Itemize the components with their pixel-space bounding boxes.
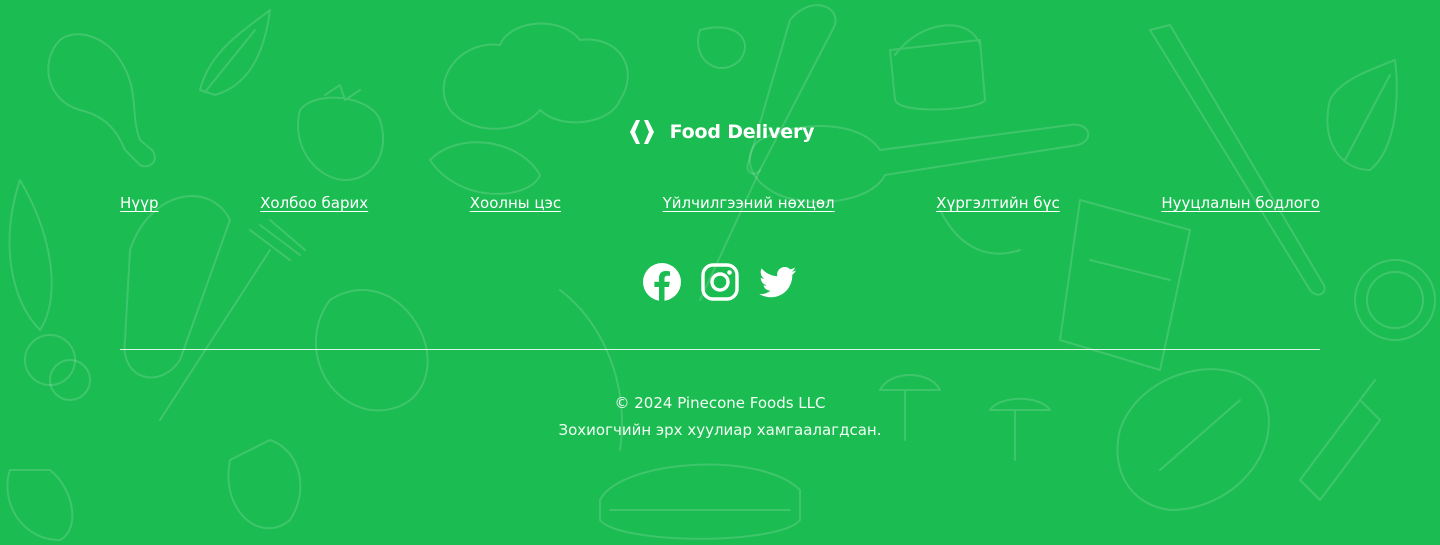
copyright-block: © 2024 Pinecone Foods LLC Зохиогчийн эрх… xyxy=(0,390,1440,444)
twitter-link[interactable] xyxy=(758,262,798,302)
nav-link-contact[interactable]: Холбоо барих xyxy=(260,194,368,212)
brand-logo-icon xyxy=(626,118,658,146)
brand-name: Food Delivery xyxy=(669,121,815,143)
nav-link-terms[interactable]: Үйлчилгээний нөхцөл xyxy=(663,194,835,212)
twitter-icon xyxy=(759,267,796,298)
brand[interactable]: Food Delivery xyxy=(0,118,1440,146)
facebook-link[interactable] xyxy=(642,262,682,302)
footer-content: Food Delivery Нүүр Холбоо барих Хоолны ц… xyxy=(0,0,1440,545)
footer-nav: Нүүр Холбоо барих Хоолны цэс Үйлчилгээни… xyxy=(120,194,1320,212)
instagram-icon xyxy=(701,263,739,301)
nav-link-privacy[interactable]: Нууцлалын бодлого xyxy=(1161,194,1320,212)
rights-text: Зохиогчийн эрх хуулиар хамгаалагдсан. xyxy=(558,421,882,439)
nav-link-delivery-zone[interactable]: Хүргэлтийн бүс xyxy=(936,194,1060,212)
instagram-link[interactable] xyxy=(700,262,740,302)
copyright-text: © 2024 Pinecone Foods LLC xyxy=(614,394,826,412)
nav-link-menu[interactable]: Хоолны цэс xyxy=(470,194,561,212)
social-links xyxy=(0,262,1440,302)
footer-divider xyxy=(120,349,1320,350)
facebook-icon xyxy=(643,263,681,301)
site-footer: Food Delivery Нүүр Холбоо барих Хоолны ц… xyxy=(0,0,1440,545)
nav-link-home[interactable]: Нүүр xyxy=(120,194,159,212)
